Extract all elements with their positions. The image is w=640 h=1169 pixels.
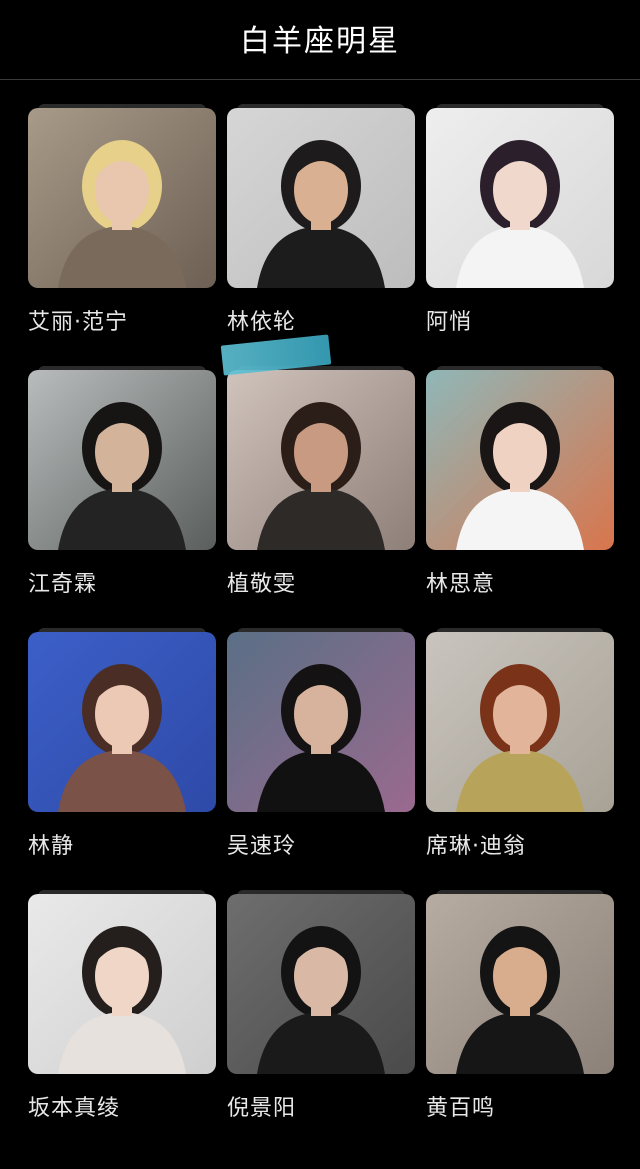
celebrity-photo[interactable]	[426, 894, 614, 1074]
celebrity-name[interactable]: 倪景阳	[227, 1090, 296, 1122]
celebrity-photo[interactable]	[28, 632, 216, 812]
celebrity-name[interactable]: 坂本真绫	[28, 1090, 120, 1122]
celebrity-name[interactable]: 林思意	[426, 566, 495, 598]
celebrity-card[interactable]: 林思意	[426, 366, 614, 606]
celebrity-card[interactable]: 植敬雯	[227, 366, 415, 606]
celebrity-card[interactable]: 席琳·迪翁	[426, 628, 614, 868]
celebrity-card[interactable]: 江奇霖	[28, 366, 216, 606]
celebrity-name[interactable]: 阿悄	[426, 304, 472, 336]
celebrity-photo[interactable]	[426, 632, 614, 812]
celebrity-card[interactable]: 林依轮	[227, 104, 415, 344]
celebrity-card[interactable]: 坂本真绫	[28, 890, 216, 1130]
celebrity-photo[interactable]	[227, 632, 415, 812]
celebrity-photo[interactable]	[227, 108, 415, 288]
celebrity-name[interactable]: 植敬雯	[227, 566, 296, 598]
celebrity-name[interactable]: 艾丽·范宁	[28, 304, 128, 336]
celebrity-name[interactable]: 黄百鸣	[426, 1090, 495, 1122]
celebrity-photo[interactable]	[28, 108, 216, 288]
celebrity-card[interactable]: 黄百鸣	[426, 890, 614, 1130]
celebrity-photo[interactable]	[28, 370, 216, 550]
celebrity-card[interactable]: 阿悄	[426, 104, 614, 344]
celebrity-name[interactable]: 席琳·迪翁	[426, 828, 526, 860]
celebrity-name[interactable]: 林依轮	[227, 304, 296, 336]
page-title: 白羊座明星	[240, 23, 400, 59]
celebrity-photo[interactable]	[227, 894, 415, 1074]
celebrity-name[interactable]: 林静	[28, 828, 74, 860]
celebrity-photo[interactable]	[28, 894, 216, 1074]
celebrity-photo[interactable]	[426, 370, 614, 550]
celebrity-card[interactable]: 吴速玲	[227, 628, 415, 868]
celebrity-photo[interactable]	[426, 108, 614, 288]
celebrity-name[interactable]: 吴速玲	[227, 828, 296, 860]
celebrity-card[interactable]: 林静	[28, 628, 216, 868]
celebrity-card[interactable]: 倪景阳	[227, 890, 415, 1130]
celebrity-name[interactable]: 江奇霖	[28, 566, 97, 598]
title-bar: 白羊座明星	[0, 0, 640, 80]
celebrity-card[interactable]: 艾丽·范宁	[28, 104, 216, 344]
celebrity-photo[interactable]	[227, 370, 415, 550]
